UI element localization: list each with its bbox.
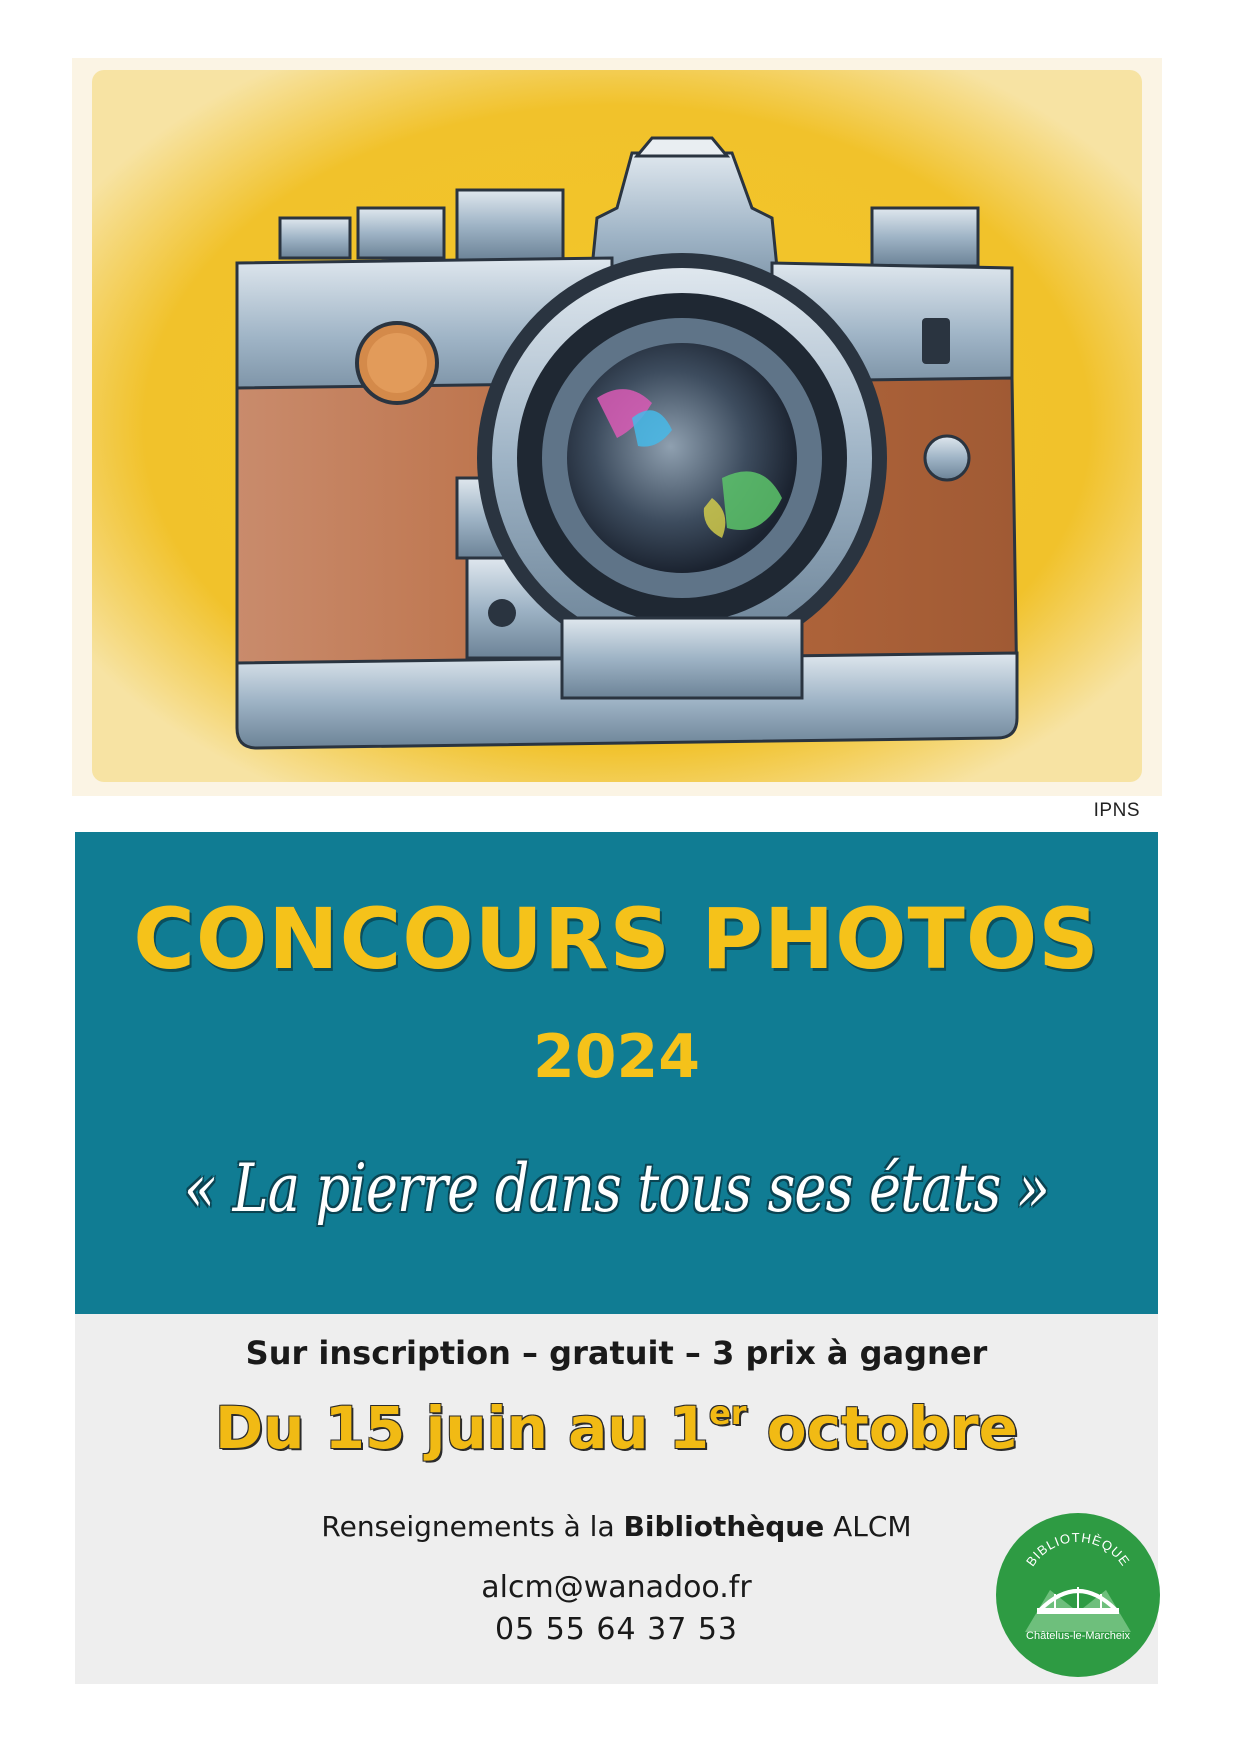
dates-suffix: octobre	[746, 1394, 1018, 1462]
info-suffix: ALCM	[824, 1510, 912, 1543]
poster-title: CONCOURS PHOTOS	[133, 890, 1100, 988]
contest-dates: Du 15 juin au 1er octobre	[75, 1394, 1158, 1462]
title-banner: CONCOURS PHOTOS 2024 « La pierre dans to…	[75, 832, 1158, 1314]
poster-theme: « La pierre dans tous ses états »	[183, 1150, 1050, 1227]
camera-illustration	[72, 58, 1162, 796]
dates-ordinal: er	[709, 1394, 747, 1432]
info-prefix: Renseignements à la	[321, 1510, 624, 1543]
conditions-text: Sur inscription – gratuit – 3 prix à gag…	[245, 1334, 988, 1372]
library-logo: BIBLIOTHÈQUE Châtelus-le-Marcheix	[995, 1512, 1161, 1678]
ipns-credit: IPNS	[1093, 800, 1140, 821]
dates-prefix: Du 15 juin au 1	[215, 1394, 710, 1462]
info-bold: Bibliothèque	[623, 1510, 825, 1543]
logo-bottom-text: Châtelus-le-Marcheix	[1026, 1630, 1130, 1642]
poster-year: 2024	[533, 1022, 700, 1092]
